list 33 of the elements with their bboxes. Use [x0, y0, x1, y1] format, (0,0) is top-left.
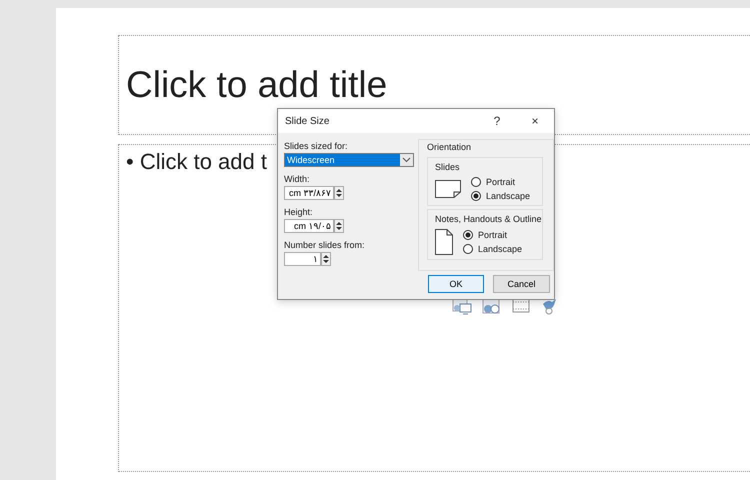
sized-for-dropdown[interactable]: Widescreen — [284, 153, 414, 167]
landscape-page-icon — [435, 180, 461, 198]
field-label: Height: — [284, 207, 314, 217]
group-label: Notes, Handouts & Outline — [435, 214, 542, 224]
help-button[interactable]: ? — [478, 114, 516, 128]
radio-label[interactable]: Landscape — [486, 191, 530, 201]
radio-button[interactable] — [471, 177, 481, 187]
radio-button[interactable] — [463, 244, 473, 254]
bird-icon[interactable] — [540, 296, 558, 316]
field-label: Slides sized for: — [284, 141, 349, 151]
radio-label[interactable]: Landscape — [478, 244, 522, 254]
title-placeholder-text: Click to add title — [126, 64, 388, 106]
portrait-page-icon — [435, 229, 453, 255]
dialog-title: Slide Size — [285, 116, 330, 126]
spinner-arrows-icon[interactable] — [321, 252, 331, 266]
spinner-arrows-icon[interactable] — [334, 186, 344, 200]
content-placeholder-text: • Click to add t — [126, 149, 267, 175]
radio-label[interactable]: Portrait — [478, 230, 508, 240]
ok-button[interactable]: OK — [428, 275, 484, 293]
group-label: Slides — [435, 162, 461, 172]
radio-button[interactable] — [471, 191, 481, 201]
radio-button[interactable] — [463, 230, 473, 240]
close-button[interactable]: × — [516, 114, 554, 128]
field-label: Width: — [284, 174, 311, 184]
spinner-arrows-icon[interactable] — [334, 219, 344, 233]
height-field[interactable]: cm ۱۹/۰۵ — [284, 219, 334, 233]
cancel-button[interactable]: Cancel — [493, 275, 550, 293]
radio-label[interactable]: Portrait — [486, 177, 516, 187]
field-label: Number slides from: — [284, 240, 366, 250]
width-field[interactable]: cm ۳۳/۸۶۷ — [284, 186, 334, 200]
section-label: Orientation — [427, 142, 472, 152]
number-from-field[interactable]: ۱ — [284, 252, 321, 266]
dropdown-caret-icon[interactable] — [400, 154, 413, 166]
